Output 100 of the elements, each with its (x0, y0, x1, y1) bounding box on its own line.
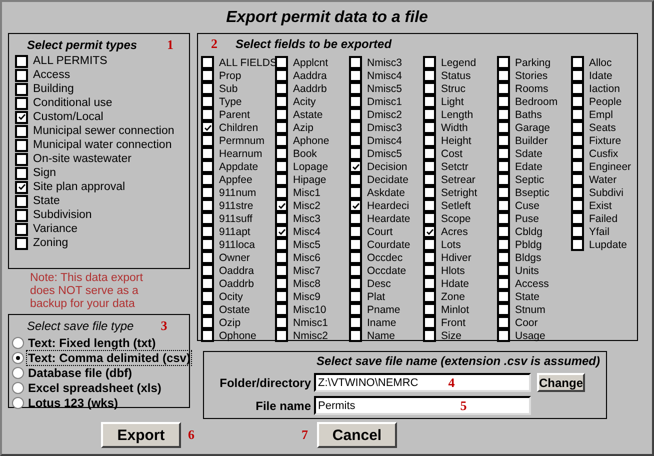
checkbox[interactable] (423, 134, 436, 147)
checkbox[interactable] (15, 180, 28, 194)
checkbox[interactable] (423, 290, 436, 303)
checkbox-label[interactable]: Misc4 (293, 226, 320, 238)
cancel-button[interactable]: Cancel (317, 422, 397, 448)
checkbox-label[interactable]: Zoning (33, 237, 68, 249)
checkbox-label[interactable]: Acity (293, 96, 316, 108)
checkbox-label[interactable]: Dmisc5 (367, 148, 402, 160)
checkbox-label[interactable]: Ocity (219, 290, 243, 302)
checkbox[interactable] (571, 56, 584, 69)
checkbox[interactable] (423, 121, 436, 134)
checkbox-label[interactable]: Rooms (515, 82, 548, 94)
checkbox[interactable] (349, 225, 362, 238)
checkbox-label[interactable]: Bedroom (515, 96, 558, 108)
checkbox[interactable] (349, 147, 362, 160)
checkbox[interactable] (423, 69, 436, 82)
checkbox[interactable] (349, 160, 362, 173)
checkbox-label[interactable]: Book (293, 148, 317, 160)
checkbox-label[interactable]: Custom/Local (33, 111, 104, 123)
checkbox[interactable] (349, 134, 362, 147)
checkbox-label[interactable]: Acres (441, 226, 468, 238)
checkbox[interactable] (15, 96, 28, 110)
checkbox-label[interactable]: Units (515, 264, 539, 276)
checkbox-label[interactable]: Hlots (441, 264, 465, 276)
checkbox-label[interactable]: Stories (515, 70, 548, 82)
checkbox[interactable] (423, 147, 436, 160)
radio-button[interactable] (12, 352, 24, 364)
checkbox-label[interactable]: Setctr (441, 160, 468, 172)
checkbox[interactable] (497, 212, 510, 225)
checkbox[interactable] (275, 329, 288, 342)
checkbox-label[interactable]: Askdate (367, 186, 405, 198)
checkbox[interactable] (497, 329, 510, 342)
checkbox[interactable] (15, 68, 28, 82)
checkbox-label[interactable]: 911stre (219, 200, 254, 212)
checkbox-label[interactable]: Iaction (589, 82, 620, 94)
checkbox[interactable] (571, 186, 584, 199)
checkbox[interactable] (275, 238, 288, 251)
checkbox[interactable] (497, 82, 510, 95)
checkbox-label[interactable]: Septic (515, 174, 544, 186)
checkbox-label[interactable]: Appdate (219, 160, 258, 172)
checkbox-label[interactable]: Applcnt (293, 56, 328, 68)
checkbox[interactable] (571, 134, 584, 147)
checkbox[interactable] (571, 108, 584, 121)
checkbox[interactable] (423, 316, 436, 329)
checkbox-label[interactable]: Seats (589, 122, 616, 134)
checkbox-label[interactable]: Dmisc3 (367, 122, 402, 134)
checkbox-label[interactable]: Astate (293, 108, 323, 120)
checkbox-label[interactable]: State (515, 290, 540, 302)
checkbox[interactable] (201, 251, 214, 264)
checkbox[interactable] (349, 316, 362, 329)
checkbox[interactable] (201, 147, 214, 160)
checkbox[interactable] (497, 147, 510, 160)
checkbox-label[interactable]: Misc6 (293, 252, 320, 264)
checkbox-label[interactable]: Desc (367, 278, 391, 290)
checkbox[interactable] (423, 238, 436, 251)
checkbox[interactable] (571, 82, 584, 95)
checkbox[interactable] (349, 56, 362, 69)
checkbox[interactable] (571, 173, 584, 186)
checkbox-label[interactable]: Parking (515, 56, 551, 68)
checkbox[interactable] (571, 212, 584, 225)
checkbox[interactable] (349, 108, 362, 121)
checkbox[interactable] (497, 238, 510, 251)
checkbox[interactable] (275, 199, 288, 212)
checkbox[interactable] (275, 56, 288, 69)
checkbox-label[interactable]: Misc2 (293, 200, 320, 212)
checkbox[interactable] (15, 138, 28, 152)
checkbox-label[interactable]: Dmisc4 (367, 134, 402, 146)
checkbox[interactable] (15, 194, 28, 208)
checkbox[interactable] (423, 56, 436, 69)
checkbox-label[interactable]: Sdate (515, 148, 542, 160)
checkbox-label[interactable]: Puse (515, 212, 539, 224)
checkbox-label[interactable]: 911apt (219, 226, 250, 238)
checkbox[interactable] (15, 222, 28, 236)
checkbox-label[interactable]: Minlot (441, 304, 470, 316)
checkbox-label[interactable]: Cbldg (515, 226, 542, 238)
checkbox-label[interactable]: Owner (219, 252, 250, 264)
checkbox-label[interactable]: Pbldg (515, 238, 542, 250)
checkbox[interactable] (275, 121, 288, 134)
checkbox[interactable] (275, 277, 288, 290)
checkbox-label[interactable]: Edate (515, 160, 542, 172)
checkbox[interactable] (275, 82, 288, 95)
checkbox[interactable] (201, 173, 214, 186)
checkbox[interactable] (349, 290, 362, 303)
checkbox-label[interactable]: Width (441, 122, 468, 134)
checkbox-label[interactable]: Heardeci (367, 200, 410, 212)
checkbox-label[interactable]: Hdate (441, 278, 470, 290)
checkbox[interactable] (423, 186, 436, 199)
checkbox[interactable] (497, 121, 510, 134)
checkbox[interactable] (497, 303, 510, 316)
checkbox-label[interactable]: Stnum (515, 304, 546, 316)
checkbox-label[interactable]: Failed (589, 212, 618, 224)
checkbox-label[interactable]: Children (219, 122, 258, 134)
checkbox-label[interactable]: Type (219, 96, 242, 108)
checkbox[interactable] (571, 147, 584, 160)
radio-button[interactable] (12, 396, 24, 408)
radio-label[interactable]: Excel spreadsheet (xls) (26, 380, 164, 396)
checkbox-label[interactable]: Bseptic (515, 186, 550, 198)
checkbox-label[interactable]: Nmisc4 (367, 70, 402, 82)
checkbox-label[interactable]: Setleft (441, 200, 471, 212)
radio-label[interactable]: Text: Fixed length (txt) (26, 334, 158, 350)
